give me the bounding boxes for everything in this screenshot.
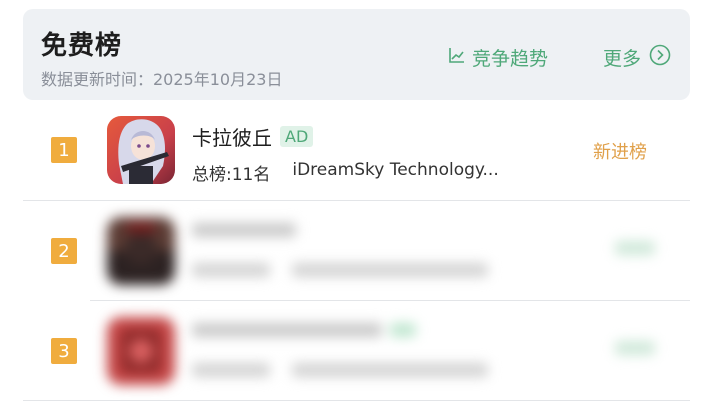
overall-rank: 总榜:11名 [192, 165, 271, 185]
page-title: 免费榜 [41, 31, 123, 61]
app-icon [107, 217, 175, 285]
blurred-name [192, 323, 382, 337]
app-name[interactable]: 卡拉彼丘 [192, 122, 272, 151]
rank-status: 新进榜 [593, 142, 647, 163]
trend-label: 竞争趋势 [472, 48, 549, 70]
app-title-line [192, 223, 296, 237]
app-meta [192, 263, 488, 277]
list-item[interactable]: 1 卡拉彼丘 AD 总榜:11名 iDreamSky Technology...… [23, 100, 690, 200]
rank-status [615, 239, 655, 260]
list-item[interactable]: 2 [23, 201, 690, 301]
blurred-developer [292, 263, 488, 277]
line-chart-icon [448, 46, 466, 69]
chart-header: 免费榜 数据更新时间：2025年10月23日 竞争趋势 更多 [23, 9, 690, 100]
app-title-line: 卡拉彼丘 AD [192, 122, 314, 151]
list-item[interactable]: 3 [23, 301, 690, 401]
rank-status [615, 339, 655, 360]
blurred-name [192, 223, 296, 237]
trend-link[interactable]: 竞争趋势 [448, 44, 548, 71]
app-meta: 总榜:11名 iDreamSky Technology... [192, 160, 499, 185]
rank-badge: 3 [51, 338, 77, 364]
update-time: 数据更新时间：2025年10月23日 [41, 70, 283, 89]
app-title-line [192, 323, 416, 337]
more-label: 更多 [603, 48, 642, 70]
app-icon [107, 317, 175, 385]
blurred-rank [192, 363, 270, 377]
app-icon [107, 116, 175, 184]
app-meta [192, 363, 488, 377]
rank-badge: 2 [51, 238, 77, 264]
chevron-right-circle-icon [649, 44, 671, 71]
rank-badge: 1 [51, 137, 77, 163]
blurred-badge [390, 323, 416, 337]
blurred-developer [292, 363, 488, 377]
blurred-rank [192, 263, 270, 277]
ad-badge: AD [280, 126, 314, 147]
more-link[interactable]: 更多 [603, 44, 671, 71]
developer-name: iDreamSky Technology... [292, 160, 499, 180]
